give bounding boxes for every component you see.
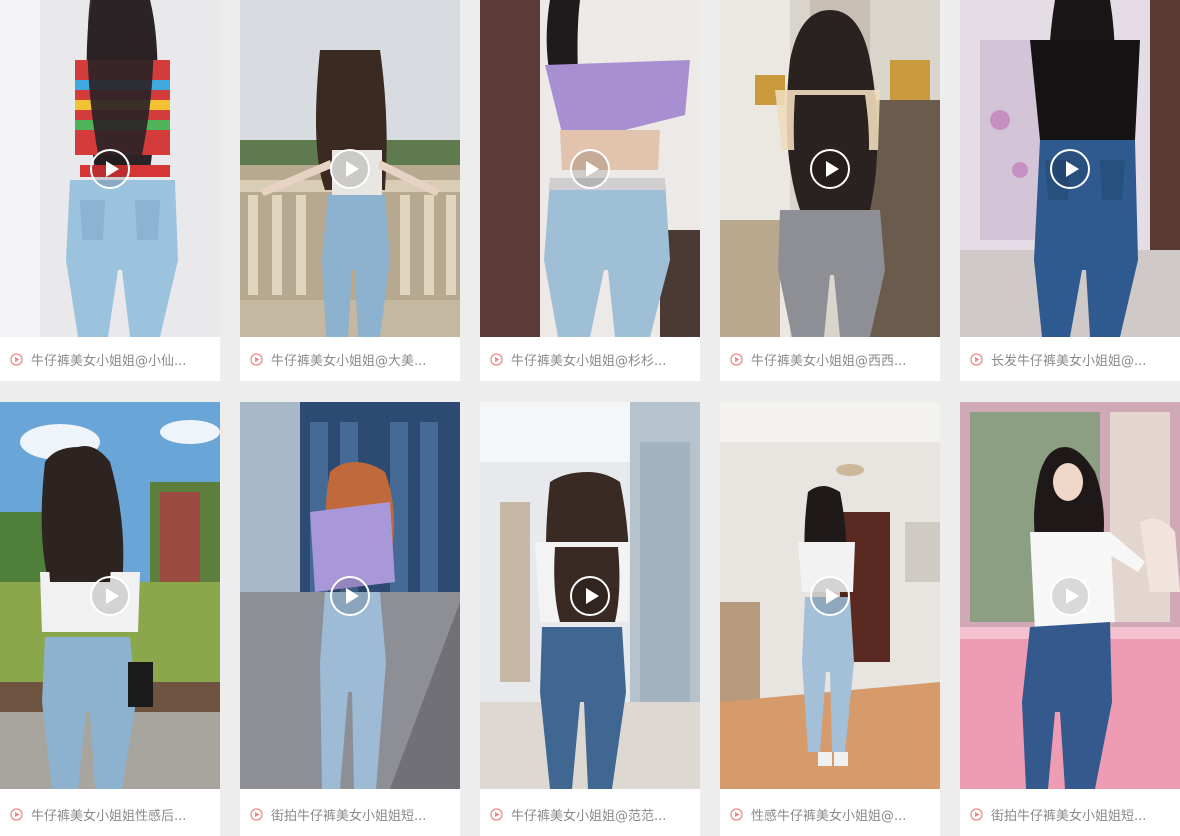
video-caption[interactable]: 街拍牛仔裤美女小姐姐短... — [240, 792, 460, 836]
play-button[interactable] — [90, 575, 130, 616]
video-title[interactable]: 牛仔裤美女小姐姐@西西... — [751, 350, 940, 369]
video-thumbnail[interactable] — [240, 0, 460, 337]
video-card[interactable]: 牛仔裤美女小姐姐@范范... — [480, 402, 700, 836]
play-icon — [826, 160, 839, 177]
video-card[interactable]: 牛仔裤美女小姐姐性感后... — [0, 402, 220, 836]
play-icon — [1066, 587, 1079, 604]
video-card[interactable]: 牛仔裤美女小姐姐@杉杉... — [480, 0, 700, 381]
play-button[interactable] — [810, 148, 850, 189]
video-card[interactable]: 牛仔裤美女小姐姐@西西... — [720, 0, 940, 381]
play-circle-outline-icon — [970, 807, 983, 821]
video-caption[interactable]: 牛仔裤美女小姐姐性感后... — [0, 792, 220, 836]
play-icon — [106, 160, 119, 177]
play-circle-outline-icon — [490, 807, 503, 821]
play-circle-outline-icon — [730, 807, 743, 821]
video-caption[interactable]: 牛仔裤美女小姐姐@杉杉... — [480, 337, 700, 381]
video-title[interactable]: 性感牛仔裤美女小姐姐@... — [751, 805, 940, 824]
video-card[interactable]: 牛仔裤美女小姐姐@大美... — [240, 0, 460, 381]
video-title[interactable]: 长发牛仔裤美女小姐姐@... — [991, 350, 1180, 369]
play-circle-outline-icon — [490, 352, 503, 366]
play-circle-outline-icon — [10, 352, 23, 366]
video-caption[interactable]: 牛仔裤美女小姐姐@范范... — [480, 792, 700, 836]
video-caption[interactable]: 性感牛仔裤美女小姐姐@... — [720, 792, 940, 836]
play-button[interactable] — [570, 575, 610, 616]
play-button[interactable] — [90, 148, 130, 189]
video-thumbnail[interactable] — [720, 0, 940, 337]
play-button[interactable] — [330, 148, 370, 189]
video-caption[interactable]: 街拍牛仔裤美女小姐姐短... — [960, 792, 1180, 836]
play-icon — [106, 587, 119, 604]
video-title[interactable]: 街拍牛仔裤美女小姐姐短... — [271, 805, 460, 824]
play-circle-outline-icon — [10, 807, 23, 821]
play-icon — [346, 587, 359, 604]
video-title[interactable]: 牛仔裤美女小姐姐@范范... — [511, 805, 700, 824]
video-thumbnail[interactable] — [240, 402, 460, 789]
video-thumbnail[interactable] — [0, 402, 220, 789]
play-button[interactable] — [810, 575, 850, 616]
video-caption[interactable]: 长发牛仔裤美女小姐姐@... — [960, 337, 1180, 381]
video-title[interactable]: 牛仔裤美女小姐姐性感后... — [31, 805, 220, 824]
video-title[interactable]: 牛仔裤美女小姐姐@小仙... — [31, 350, 220, 369]
play-button[interactable] — [570, 148, 610, 189]
play-button[interactable] — [1050, 575, 1090, 616]
video-card[interactable]: 长发牛仔裤美女小姐姐@... — [960, 0, 1180, 381]
video-thumbnail[interactable] — [960, 402, 1180, 789]
play-button[interactable] — [1050, 148, 1090, 189]
play-circle-outline-icon — [250, 807, 263, 821]
video-thumbnail[interactable] — [0, 0, 220, 337]
video-title[interactable]: 牛仔裤美女小姐姐@杉杉... — [511, 350, 700, 369]
play-circle-outline-icon — [250, 352, 263, 366]
video-caption[interactable]: 牛仔裤美女小姐姐@大美... — [240, 337, 460, 381]
video-thumbnail[interactable] — [480, 402, 700, 789]
video-caption[interactable]: 牛仔裤美女小姐姐@西西... — [720, 337, 940, 381]
video-card[interactable]: 街拍牛仔裤美女小姐姐短... — [960, 402, 1180, 836]
play-circle-outline-icon — [970, 352, 983, 366]
video-grid: 牛仔裤美女小姐姐@小仙... 牛仔裤美女小姐姐@大美... 牛仔裤美女小姐姐@杉… — [0, 0, 1180, 836]
video-card[interactable]: 街拍牛仔裤美女小姐姐短... — [240, 402, 460, 836]
video-title[interactable]: 牛仔裤美女小姐姐@大美... — [271, 350, 460, 369]
video-thumbnail[interactable] — [720, 402, 940, 789]
video-card[interactable]: 牛仔裤美女小姐姐@小仙... — [0, 0, 220, 381]
play-icon — [586, 160, 599, 177]
play-icon — [346, 160, 359, 177]
video-caption[interactable]: 牛仔裤美女小姐姐@小仙... — [0, 337, 220, 381]
play-circle-outline-icon — [730, 352, 743, 366]
play-button[interactable] — [330, 575, 370, 616]
video-title[interactable]: 街拍牛仔裤美女小姐姐短... — [991, 805, 1180, 824]
video-thumbnail[interactable] — [960, 0, 1180, 337]
video-card[interactable]: 性感牛仔裤美女小姐姐@... — [720, 402, 940, 836]
play-icon — [826, 587, 839, 604]
video-thumbnail[interactable] — [480, 0, 700, 337]
play-icon — [586, 587, 599, 604]
play-icon — [1066, 160, 1079, 177]
